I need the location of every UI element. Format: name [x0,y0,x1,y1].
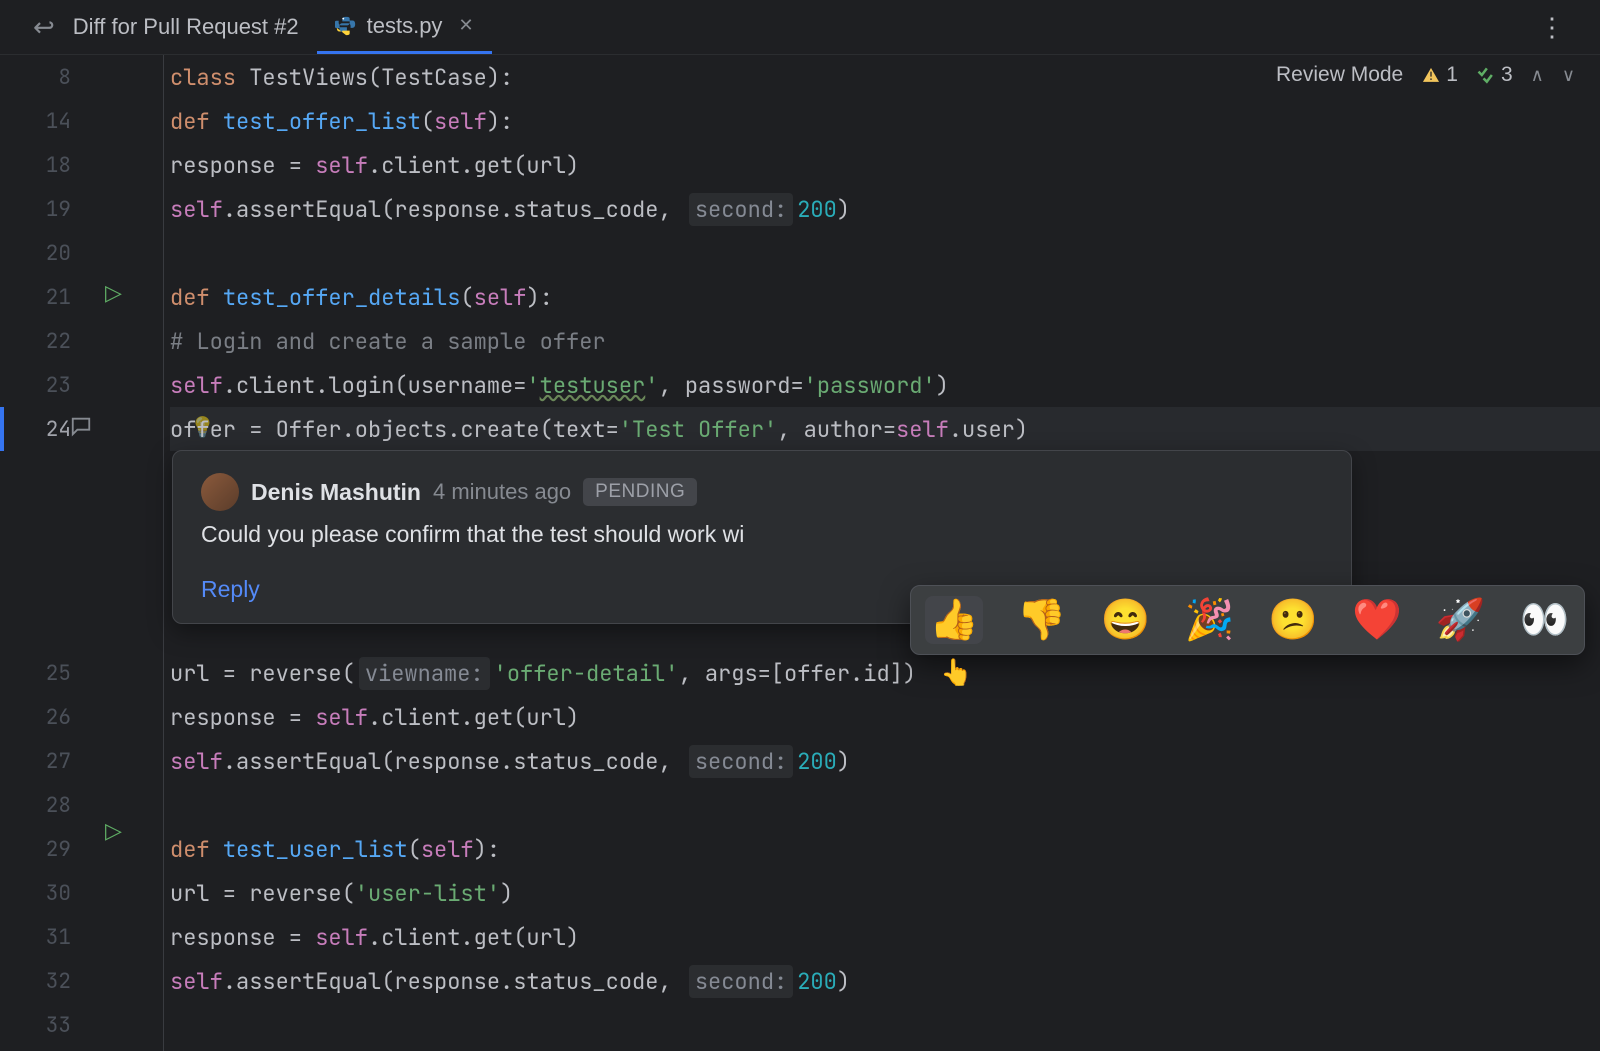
emoji-heart[interactable]: ❤️ [1352,600,1402,640]
comment-author: Denis Mashutin [251,479,421,506]
code-line: # Login and create a sample offer [170,319,1600,363]
active-line-marker [0,407,4,451]
emoji-party[interactable]: 🎉 [1184,600,1234,640]
tab-label: Diff for Pull Request #2 [73,14,299,40]
line-number[interactable]: 33 [0,1003,85,1047]
code-line [170,1003,1600,1047]
code-line [170,783,1600,827]
line-number[interactable]: 18 [0,143,85,187]
line-number[interactable]: 19 [0,187,85,231]
code-line: url = reverse(viewname: 'offer-detail', … [170,651,1600,695]
code-line: self.assertEqual(response.status_code, s… [170,739,1600,783]
tab-label: tests.py [367,13,443,39]
avatar[interactable] [201,473,239,511]
comment-status-badge: PENDING [583,478,697,506]
tab-diff[interactable]: ↩ Diff for Pull Request #2 [15,0,317,54]
code-line: def test_offer_list(self): [170,99,1600,143]
cursor-icon: 👆 [940,657,972,688]
tab-bar: ↩ Diff for Pull Request #2 tests.py ✕ ⋮ [0,0,1600,55]
chevron-up-icon[interactable]: ∧ [1531,65,1544,86]
emoji-thumbs-up[interactable]: 👍 [925,596,983,644]
gutter: 8 14 18 19 20 21 22 23 24 25 26 27 28 29… [0,55,85,1051]
code-line: url = reverse('user-list') [170,871,1600,915]
editor: Review Mode 1 3 ∧ ∨ 8 14 18 19 20 21 22 … [0,55,1600,1051]
reply-button[interactable]: Reply [201,576,260,603]
code-line-active: offer = Offer.objects.create(text='Test … [170,407,1600,451]
more-icon[interactable]: ⋮ [1539,12,1565,43]
warning-badge[interactable]: 1 [1421,63,1458,87]
line-number[interactable]: 32 [0,959,85,1003]
line-number[interactable]: 31 [0,915,85,959]
code-line: self.assertEqual(response.status_code, s… [170,187,1600,231]
warning-icon [1421,65,1441,85]
code-line: response = self.client.get(url) [170,915,1600,959]
code-line: def test_offer_details(self): [170,275,1600,319]
line-number[interactable]: 30 [0,871,85,915]
line-number[interactable]: 21 [0,275,85,319]
review-mode-label[interactable]: Review Mode [1276,63,1403,87]
line-number[interactable]: 26 [0,695,85,739]
emoji-reaction-picker: 👍 👎 😄 🎉 😕 ❤️ 🚀 👀 [910,585,1585,655]
line-number[interactable]: 29 [0,827,85,871]
line-number[interactable]: 14 [0,99,85,143]
line-number-active[interactable]: 24 [0,407,85,451]
line-number[interactable]: 8 [0,55,85,99]
check-icon [1476,65,1496,85]
line-number[interactable]: 27 [0,739,85,783]
emoji-rocket[interactable]: 🚀 [1436,600,1486,640]
line-number[interactable]: 23 [0,363,85,407]
chevron-down-icon[interactable]: ∨ [1562,65,1575,86]
hint-badge[interactable]: 3 [1476,63,1513,87]
code-line: self.assertEqual(response.status_code, s… [170,959,1600,1003]
code-line [170,231,1600,275]
emoji-laugh[interactable]: 😄 [1101,600,1151,640]
tab-actions: ⋮ [1539,12,1585,43]
gutter-spacer [0,451,85,651]
close-icon[interactable]: ✕ [458,15,473,36]
line-number[interactable]: 20 [0,231,85,275]
code-line: response = self.client.get(url) [170,695,1600,739]
emoji-confused[interactable]: 😕 [1268,600,1318,640]
line-number[interactable]: 22 [0,319,85,363]
line-number[interactable]: 28 [0,783,85,827]
code-line: self.client.login(username='testuser', p… [170,363,1600,407]
line-number[interactable]: 25 [0,651,85,695]
emoji-eyes[interactable]: 👀 [1520,600,1570,640]
review-mode-bar: Review Mode 1 3 ∧ ∨ [1276,63,1575,87]
code-line: response = self.client.get(url) [170,143,1600,187]
tab-tests-py[interactable]: tests.py ✕ [317,0,492,54]
comment-body: Could you please confirm that the test s… [201,521,1323,548]
comment-time: 4 minutes ago [433,479,571,505]
comment-header: Denis Mashutin 4 minutes ago PENDING [201,473,1323,511]
code-line: def test_user_list(self): [170,827,1600,871]
python-icon [335,15,357,37]
back-arrow-icon: ↩ [33,12,55,43]
emoji-thumbs-down[interactable]: 👎 [1017,600,1067,640]
